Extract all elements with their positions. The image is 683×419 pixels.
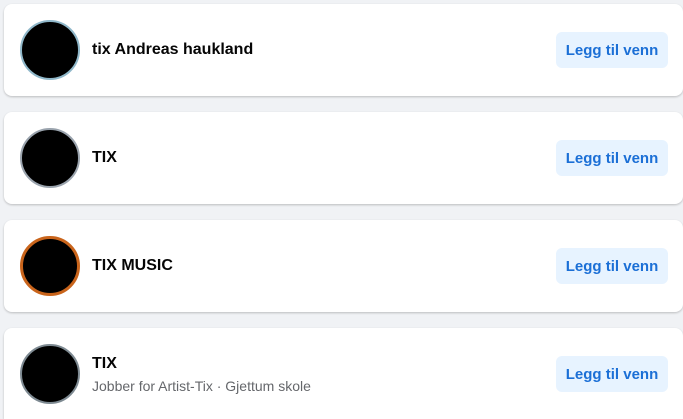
add-friend-button[interactable]: Legg til venn xyxy=(556,32,668,68)
profile-avatar[interactable] xyxy=(20,236,80,296)
person-subtitle: Jobber for Artist-Tix · Gjettum skole xyxy=(92,378,311,394)
person-result-card[interactable]: tix Andreas haukland Legg til venn xyxy=(4,4,683,96)
profile-avatar[interactable] xyxy=(20,128,80,188)
person-name[interactable]: TIX xyxy=(92,354,117,374)
profile-avatar[interactable] xyxy=(20,20,80,80)
add-friend-button[interactable]: Legg til venn xyxy=(556,248,668,284)
person-name[interactable]: tix Andreas haukland xyxy=(92,40,253,60)
person-result-card[interactable]: TIX MUSIC Legg til venn xyxy=(4,220,683,312)
people-results-list: tix Andreas haukland Legg til venn TIX L… xyxy=(0,0,683,419)
person-result-card[interactable]: TIX Legg til venn xyxy=(4,112,683,204)
person-name[interactable]: TIX xyxy=(92,148,117,168)
profile-avatar[interactable] xyxy=(20,344,80,404)
add-friend-button[interactable]: Legg til venn xyxy=(556,140,668,176)
person-name[interactable]: TIX MUSIC xyxy=(92,256,173,276)
person-result-card[interactable]: TIX Jobber for Artist-Tix · Gjettum skol… xyxy=(4,328,683,419)
add-friend-button[interactable]: Legg til venn xyxy=(556,356,668,392)
